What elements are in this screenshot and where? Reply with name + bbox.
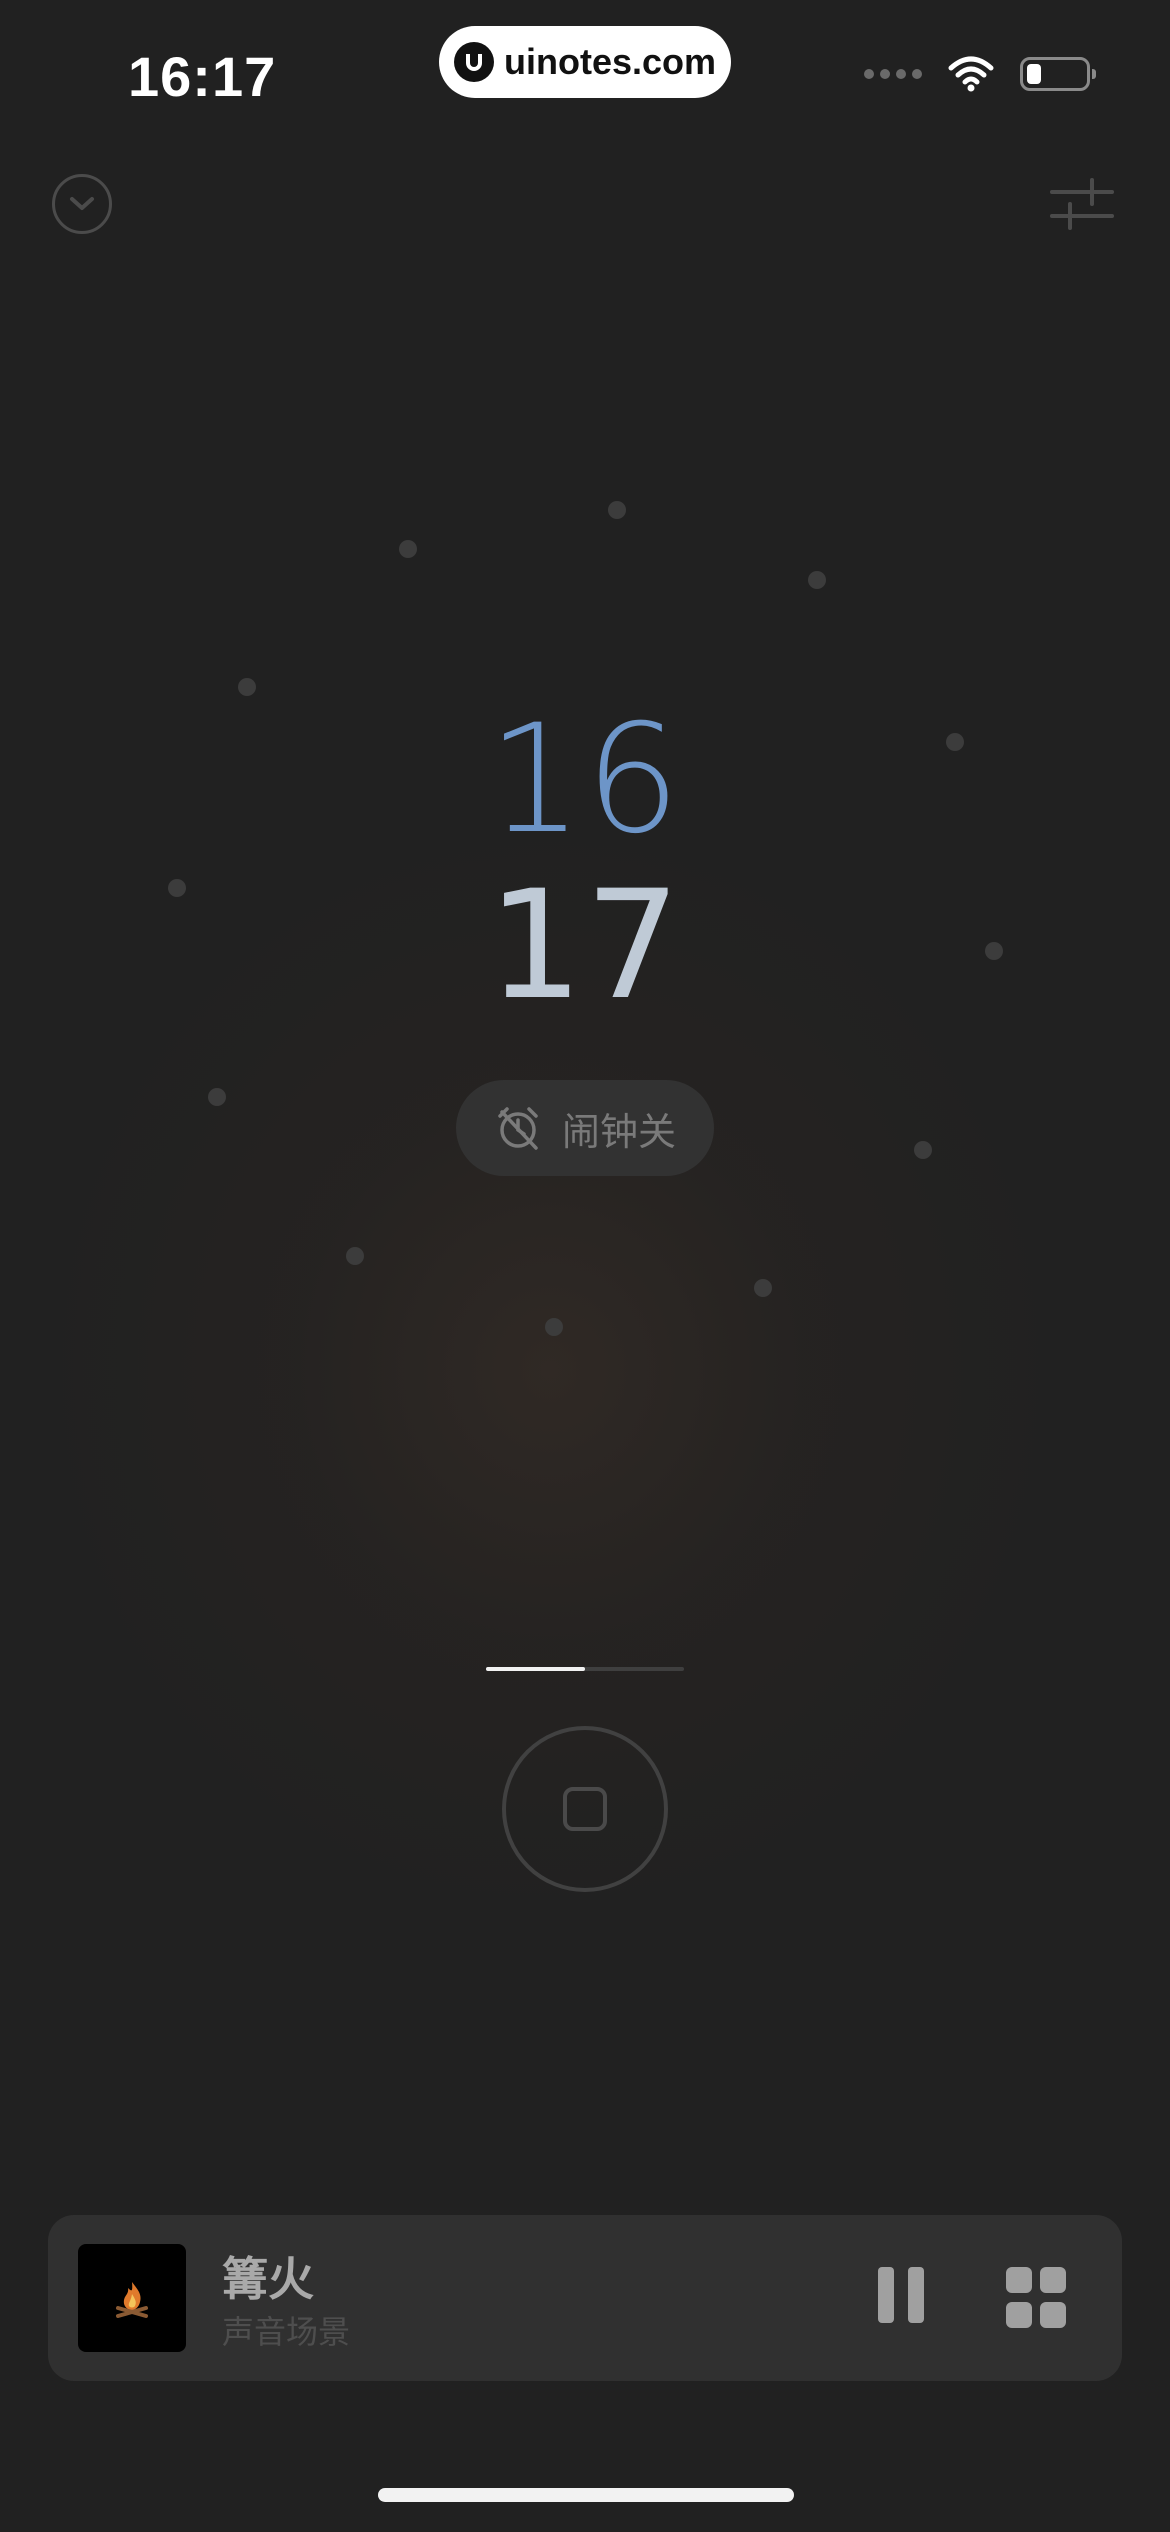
settings-button[interactable] — [1050, 176, 1114, 232]
status-time: 16:17 — [128, 45, 277, 108]
watermark-text: uinotes.com — [503, 41, 717, 82]
cellular-signal-icon — [864, 69, 922, 79]
grid-icon — [1040, 2302, 1066, 2328]
home-indicator[interactable] — [378, 2488, 794, 2502]
battery-icon — [1020, 57, 1096, 91]
page-indicator — [486, 1667, 684, 1671]
particle — [754, 1279, 772, 1297]
track-title: 篝火 — [222, 2252, 314, 2306]
watermark-badge: uinotes.com — [439, 26, 731, 98]
collapse-button[interactable] — [52, 174, 112, 234]
clock-hour: 16 — [487, 693, 683, 867]
watermark-logo-icon — [453, 42, 494, 82]
alarm-label: 闹钟关 — [561, 1109, 676, 1154]
page-indicator-active — [486, 1667, 585, 1671]
grid-icon — [1006, 2302, 1032, 2328]
scenes-grid-button[interactable] — [1006, 2267, 1068, 2329]
alarm-toggle[interactable]: 闹钟关 — [456, 1080, 714, 1176]
chevron-down-icon — [70, 197, 94, 210]
particle — [208, 1088, 226, 1106]
pause-button[interactable] — [870, 2267, 932, 2329]
status-indicators — [864, 56, 1096, 92]
particle — [238, 678, 256, 696]
stop-button[interactable] — [502, 1726, 668, 1892]
pause-icon — [878, 2267, 894, 2323]
grid-icon — [1006, 2267, 1032, 2293]
particle — [914, 1141, 932, 1159]
particle — [346, 1247, 364, 1265]
particle — [608, 501, 626, 519]
particle — [808, 571, 826, 589]
alarm-off-icon — [498, 1107, 538, 1150]
clock-minute: 17 — [487, 859, 683, 1033]
campfire-icon — [78, 2244, 186, 2352]
wifi-icon — [948, 56, 994, 92]
particle — [399, 540, 417, 558]
pause-icon — [908, 2267, 924, 2323]
grid-icon — [1040, 2267, 1066, 2293]
now-playing-bar[interactable]: 篝火 声音场景 — [48, 2215, 1122, 2381]
stop-icon — [563, 1787, 607, 1831]
sliders-icon — [1050, 178, 1114, 230]
track-subtitle: 声音场景 — [222, 2313, 351, 2351]
particle — [545, 1318, 563, 1336]
